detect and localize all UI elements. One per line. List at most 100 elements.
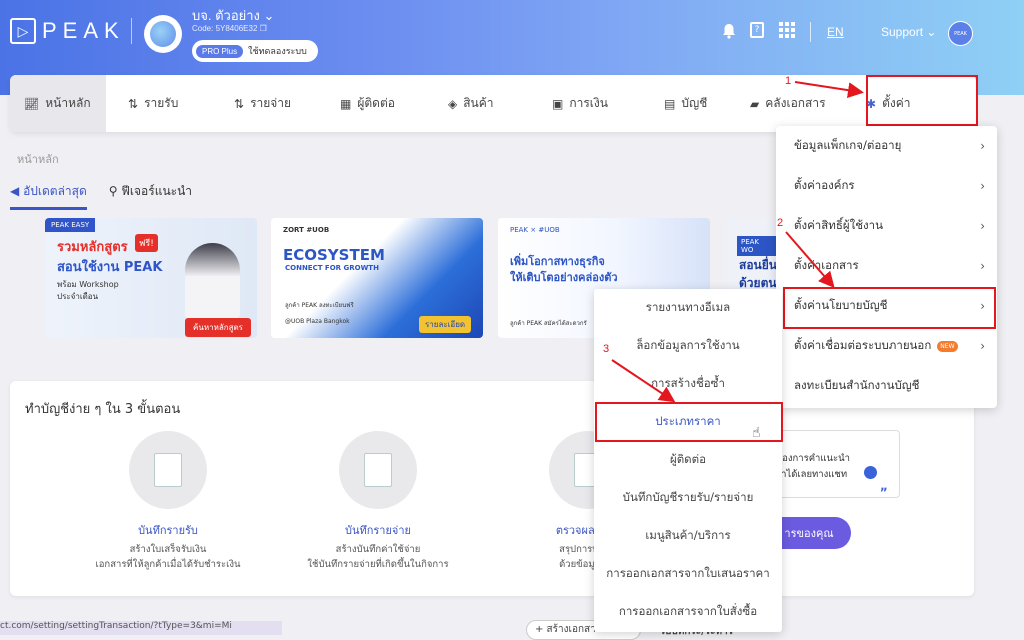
nav-contacts[interactable]: ▦ ผู้ติดต่อ [318, 75, 428, 132]
step-icon-circle [339, 431, 417, 509]
box-icon: ◈ [448, 96, 458, 111]
nav-label: คลังเอกสาร [765, 96, 826, 110]
nav-accounting[interactable]: ▤ บัญชี [644, 75, 736, 132]
three-steps-card: ทำบัญชีง่าย ๆ ใน 3 ขั้นตอน บันทึกรายรับ … [10, 381, 974, 596]
chat-text: ต้องการคำแนะนำ [776, 453, 850, 464]
contacts-icon: ▦ [340, 96, 352, 111]
nav-label: ผู้ติดต่อ [357, 96, 395, 110]
logo-mark-icon: ▷ [10, 18, 36, 44]
banner-tag: PEAK EASY [45, 218, 96, 232]
step-title: บันทึกรายรับ [138, 524, 198, 537]
tab-updates[interactable]: ◀ อัปเดตล่าสุด [10, 178, 87, 210]
bell-icon[interactable] [722, 23, 736, 39]
annotation-number: 2 [777, 217, 784, 229]
receipt-icon [154, 453, 182, 487]
step-desc: ใช้บันทึกรายจ่ายที่เกิดขึ้นในกิจการ [307, 559, 449, 570]
copy-icon[interactable]: ❐ [260, 24, 267, 33]
menu-label: ตั้งค่าเชื่อมต่อระบบภายนอก [794, 338, 932, 352]
menu-documents[interactable]: ตั้งค่าเอกสาร › [776, 246, 997, 286]
money-icon: ▣ [552, 96, 564, 111]
submenu-from-quotation[interactable]: การออกเอกสารจากใบเสนอราคา [594, 555, 782, 593]
banner-button: รายละเอียด [419, 316, 472, 333]
banner-tag: PEAK × #UOB [510, 226, 560, 234]
help-icon[interactable]: ? [750, 22, 764, 38]
nav-label: รายรับ [144, 96, 179, 110]
submenu-income-expense[interactable]: บันทึกบัญชีรายรับ/รายจ่าย [594, 479, 782, 517]
folder-icon: ▰ [750, 96, 760, 111]
search-icon: ⚲ [108, 184, 118, 198]
divider [130, 18, 132, 44]
banner-ecosystem[interactable]: ZORT #UOB ECOSYSTEM CONNECT FOR GROWTH ล… [271, 218, 483, 338]
submenu-products[interactable]: เมนูสินค้า/บริการ [594, 517, 782, 555]
company-name: บจ. ตัวอย่าง [192, 8, 260, 23]
user-avatar[interactable]: PEAK [948, 21, 973, 46]
nav-home[interactable]: 📈︎ หน้าหลัก [10, 75, 106, 132]
step-title: บันทึกรายจ่าย [344, 524, 411, 537]
banner-tag: ZORT #UOB [283, 226, 330, 234]
banner-title: ECOSYSTEM [283, 246, 385, 264]
submenu-contacts[interactable]: ผู้ติดต่อ [594, 441, 782, 479]
nav-expense[interactable]: ⇅ รายจ่าย [210, 75, 318, 132]
presenter-image [185, 243, 240, 318]
tab-features[interactable]: ⚲ ฟีเจอร์แนะนำ [109, 178, 192, 210]
menu-register-office[interactable]: ลงทะเบียนสำนักงานบัญชี [776, 366, 997, 406]
expense-doc-icon [364, 453, 392, 487]
nav-finance[interactable]: ▣ การเงิน [530, 75, 644, 132]
banner-title: รวมหลักสูตร [57, 240, 128, 255]
banner-text: @UOB Plaza Bangkok [285, 318, 350, 325]
plan-pill[interactable]: PRO Plus ใช้ทดลองระบบ [192, 40, 318, 62]
settings-menu: ข้อมูลแพ็กเกจ/ต่ออายุ › ตั้งค่าองค์กร › ตั… [776, 126, 997, 408]
chevron-right-icon: › [980, 339, 985, 353]
menu-organization[interactable]: ตั้งค่าองค์กร › [776, 166, 997, 206]
banner-tag: PEAK WO [737, 236, 777, 256]
breadcrumb: หน้าหลัก [17, 153, 59, 166]
banner-text: ประจำเดือน [57, 292, 99, 301]
chevron-right-icon: › [980, 179, 985, 193]
banner-peak-easy[interactable]: PEAK EASY รวมหลักสูตร ฟรี! สอนใช้งาน PEA… [45, 218, 257, 338]
chat-icon [864, 466, 877, 479]
banner-badge: ฟรี! [135, 234, 158, 252]
plan-status: ใช้ทดลองระบบ [248, 46, 307, 56]
chevron-down-icon: ⌄ [263, 8, 275, 23]
menu-label: ตั้งค่าองค์กร [794, 178, 855, 192]
menu-label: ลงทะเบียนสำนักงานบัญชี [794, 378, 920, 392]
step-desc: สร้างใบเสร็จรับเงิน [129, 544, 207, 555]
card-title: ทำบัญชีง่าย ๆ ใน 3 ขั้นตอน [25, 402, 181, 417]
logo-text: PEAK [42, 18, 125, 43]
step-income[interactable]: บันทึกรายรับ สร้างใบเสร็จรับเงิน เอกสารท… [68, 431, 268, 572]
annotation-number: 3 [603, 343, 610, 355]
status-url: ct.com/setting/settingTransaction/?tType… [0, 621, 282, 635]
submenu-email-report[interactable]: รายงานทางอีเมล [594, 289, 782, 327]
step-icon-circle [129, 431, 207, 509]
submenu-usage-lock[interactable]: ล็อกข้อมูลการใช้งาน [594, 327, 782, 365]
banner-subtitle: สอนใช้งาน PEAK [57, 260, 163, 275]
company-selector[interactable]: บจ. ตัวอย่าง ⌄ [192, 5, 274, 26]
annotation-number: 1 [785, 75, 792, 87]
menu-label: ข้อมูลแพ็กเกจ/ต่ออายุ [794, 138, 902, 152]
apps-grid-icon[interactable] [779, 22, 795, 38]
hand-cursor-icon: ☝ [752, 425, 761, 441]
menu-label: ตั้งค่าสิทธิ์ผู้ใช้งาน [794, 218, 883, 232]
support-menu[interactable]: Support ⌄ [881, 25, 936, 39]
step-expense[interactable]: บันทึกรายจ่าย สร้างบันทึกค่าใช้จ่าย ใช้บ… [278, 431, 478, 572]
nav-label: สินค้า [463, 96, 494, 110]
banner-title: สอนยื่น [739, 258, 777, 272]
expense-icon: ⇅ [234, 96, 245, 111]
nav-income[interactable]: ⇅ รายรับ [106, 75, 210, 132]
menu-integrations[interactable]: ตั้งค่าเชื่อมต่อระบบภายนอก NEW › [776, 326, 997, 366]
step-desc: เอกสารที่ให้ลูกค้าเมื่อได้รับชำระเงิน [95, 559, 241, 570]
company-code: Code: 5Y8406E32 ❐ [192, 24, 267, 33]
chevron-down-icon: ⌄ [926, 25, 937, 39]
menu-permissions[interactable]: ตั้งค่าสิทธิ์ผู้ใช้งาน › [776, 206, 997, 246]
banner-text: ลูกค้า PEAK สมัครได้สะดวกรั [510, 320, 587, 327]
menu-package[interactable]: ข้อมูลแพ็กเกจ/ต่ออายุ › [776, 126, 997, 166]
chat-help-box[interactable]: ต้องการคำแนะนำ ราได้เลยทางแชท „ [765, 430, 900, 498]
nav-products[interactable]: ◈ สินค้า [428, 75, 530, 132]
divider [810, 22, 811, 42]
company-avatar[interactable] [144, 15, 182, 53]
submenu-duplicate-names[interactable]: การสร้างชื่อซ้ำ [594, 365, 782, 403]
submenu-from-purchase-order[interactable]: การออกเอกสารจากใบสั่งซื้อ [594, 593, 782, 631]
peak-logo[interactable]: ▷ PEAK [10, 18, 132, 44]
language-switch[interactable]: EN [827, 25, 844, 39]
plan-badge: PRO Plus [196, 44, 244, 58]
